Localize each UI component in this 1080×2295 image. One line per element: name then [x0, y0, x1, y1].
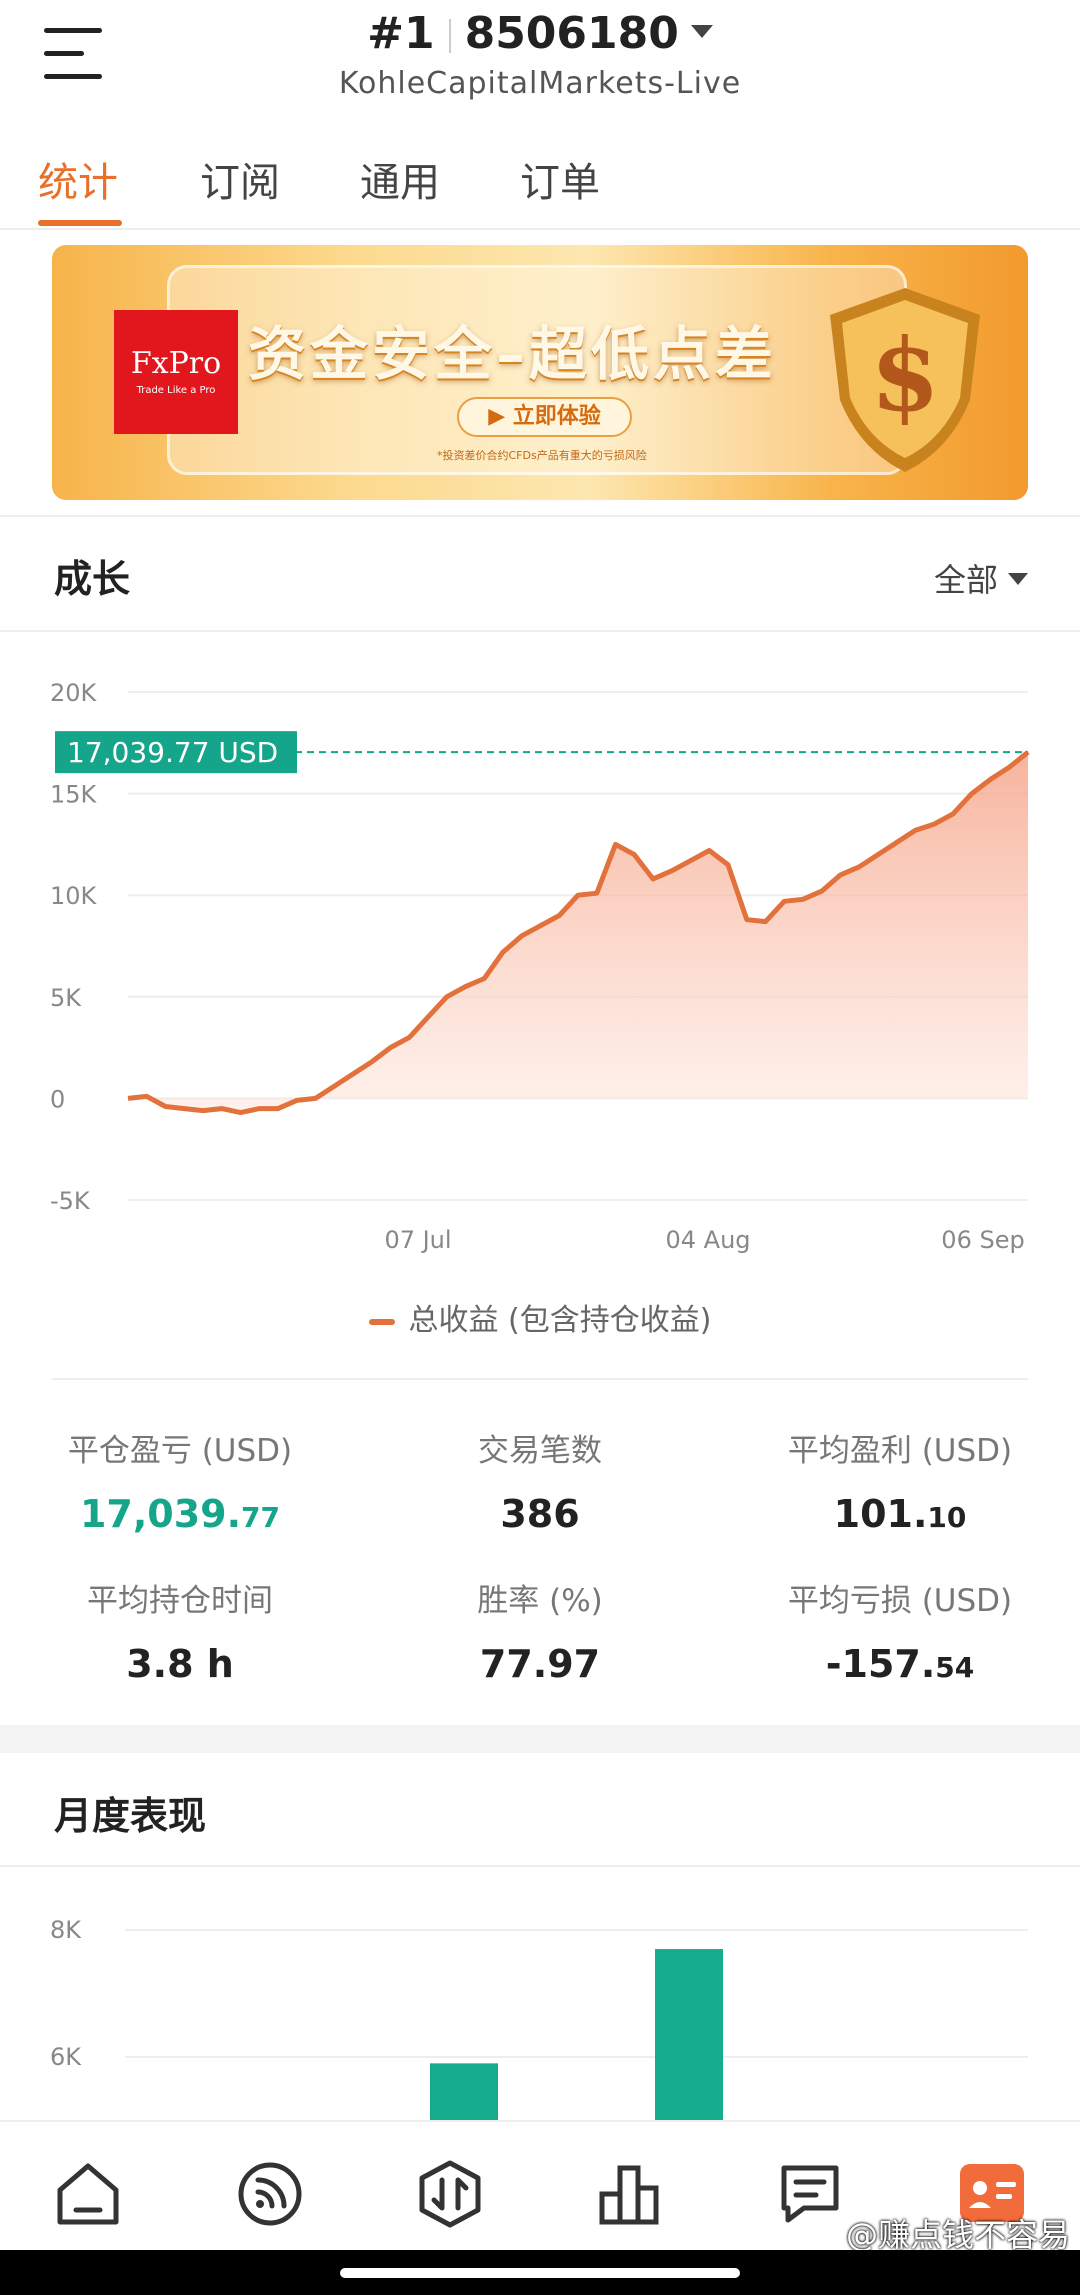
active-tab-indicator — [38, 220, 122, 226]
monthly-bar[interactable] — [430, 2063, 498, 2120]
x-tick-label: 07 Jul — [384, 1226, 451, 1254]
y-tick-label: 0 — [50, 1085, 65, 1113]
system-home-bar — [0, 2250, 1080, 2295]
home-indicator[interactable] — [340, 2268, 740, 2278]
monthly-bar-chart: 8K 6K — [0, 1885, 1080, 2120]
y-tick-label: 15K — [50, 781, 98, 809]
svg-text:$: $ — [870, 316, 940, 434]
monthly-bar[interactable] — [655, 1949, 723, 2120]
tab-general[interactable]: 通用 — [360, 150, 440, 208]
stat-avg-hold-time: 平均持仓时间 3.8 h — [87, 1583, 273, 1686]
caret-down-icon — [690, 24, 713, 38]
news-icon[interactable] — [774, 2158, 846, 2230]
x-tick-label: 04 Aug — [665, 1226, 750, 1254]
stat-win-rate: 胜率 (%) 77.97 — [477, 1583, 603, 1686]
legend-swatch — [368, 1318, 395, 1325]
server-name: KohleCapitalMarkets-Live — [338, 66, 742, 101]
caret-down-icon — [1008, 573, 1028, 585]
x-tick-label: 06 Sep — [941, 1226, 1024, 1254]
growth-section-title: 成长 — [54, 557, 131, 601]
ad-banner[interactable]: FxPro Trade Like a Pro 资金安全–超低点差 ▶ 立即体验 … — [52, 245, 1028, 500]
banner-cta-button[interactable]: ▶ 立即体验 — [457, 397, 632, 437]
y-tick-label: 10K — [50, 882, 98, 910]
y-tick-label: -5K — [50, 1187, 91, 1215]
period-filter-dropdown[interactable]: 全部 — [934, 555, 1028, 601]
monthly-y-tick: 6K — [50, 2043, 82, 2071]
tab-statistics[interactable]: 统计 — [38, 150, 118, 208]
app-header: #1 8506180 KohleCapitalMarkets-Live 统计 订阅… — [0, 0, 1080, 230]
banner-disclaimer: *投资差价合约CFDs产品有重大的亏损风险 — [437, 449, 647, 462]
chart-legend: 总收益 (包含持仓收益) — [0, 1295, 1080, 1339]
monthly-y-tick: 8K — [50, 1916, 82, 1944]
trade-icon[interactable] — [414, 2158, 486, 2230]
shield-dollar-icon: $ — [830, 288, 980, 472]
stat-trade-count: 交易笔数 386 — [478, 1433, 602, 1536]
tab-orders[interactable]: 订单 — [520, 150, 600, 208]
y-tick-label: 5K — [50, 984, 82, 1012]
signal-feed-icon[interactable] — [234, 2158, 306, 2230]
growth-chart: 20K 15K 10K 5K 0 -5K 07 Jul 04 Aug 06 Sep 17,03… — [0, 640, 1080, 1290]
stat-closed-pnl: 平仓盈亏 (USD) 17,039.77 — [67, 1433, 293, 1536]
tab-bar: 统计 订阅 通用 订单 — [0, 140, 1080, 230]
monthly-section-title: 月度表现 — [54, 1794, 207, 1838]
current-value-tag-text: 17,039.77 USD — [67, 736, 278, 769]
account-selector[interactable]: #1 8506180 — [0, 8, 1080, 59]
tab-subscribe[interactable]: 订阅 — [200, 150, 280, 208]
account-number: 8506180 — [464, 8, 679, 59]
stat-avg-profit: 平均盈利 (USD) 101.10 — [787, 1433, 1013, 1536]
chart-icon[interactable] — [594, 2158, 666, 2230]
growth-area — [128, 752, 1028, 1113]
stat-avg-loss: 平均亏损 (USD) -157.54 — [787, 1583, 1013, 1686]
account-rank: #1 — [367, 8, 435, 59]
y-tick-label: 20K — [50, 679, 98, 707]
fxpro-logo: FxPro Trade Like a Pro — [114, 310, 238, 434]
home-icon[interactable] — [52, 2158, 124, 2230]
banner-headline: 资金安全–超低点差 — [248, 320, 778, 388]
